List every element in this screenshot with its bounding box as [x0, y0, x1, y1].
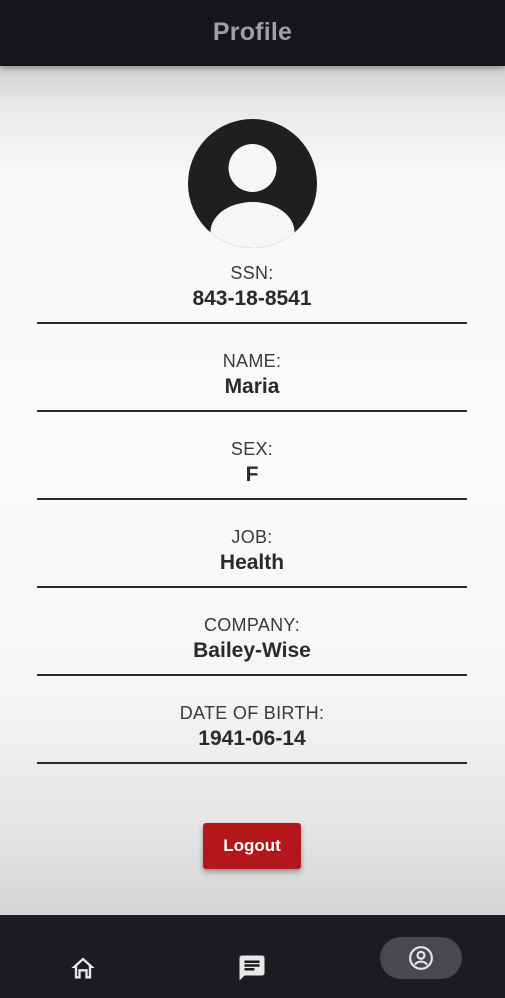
- home-icon: [71, 957, 95, 979]
- page-title: Profile: [212, 17, 293, 46]
- job-field: JOB: Health: [37, 526, 467, 576]
- name-divider: [37, 410, 467, 412]
- ssn-divider: [37, 322, 467, 324]
- company-divider: [37, 674, 467, 676]
- ssn-label: SSN:: [230, 263, 274, 283]
- profile-icon: [409, 946, 433, 970]
- date-of-birth-field: DATE OF BIRTH: 1941-06-14: [37, 702, 467, 752]
- ssn-value: 843-18-8541: [192, 287, 312, 310]
- job-value: Health: [219, 551, 285, 574]
- name-field: NAME: Maria: [37, 350, 467, 400]
- sex-label: SEX:: [230, 439, 274, 459]
- job-label: JOB:: [231, 527, 273, 547]
- nav-profile[interactable]: [380, 937, 462, 979]
- account-circle-icon: [188, 119, 317, 248]
- date-of-birth-value: 1941-06-14: [198, 727, 306, 750]
- sex-field: SEX: F: [37, 438, 467, 488]
- ssn-field: SSN: 843-18-8541: [37, 262, 467, 312]
- date-of-birth-label: DATE OF BIRTH:: [179, 703, 325, 723]
- job-divider: [37, 586, 467, 588]
- nav-chat[interactable]: [230, 949, 274, 987]
- company-field: COMPANY: Bailey-Wise: [37, 614, 467, 664]
- date-of-birth-divider: [37, 762, 467, 764]
- app-bar: Profile: [0, 0, 505, 66]
- company-value: Bailey-Wise: [193, 639, 311, 662]
- chat-icon: [239, 955, 265, 981]
- sex-value: F: [245, 463, 259, 486]
- sex-divider: [37, 498, 467, 500]
- bottom-navigation: [0, 915, 505, 998]
- nav-home[interactable]: [62, 951, 104, 985]
- logout-button[interactable]: Logout: [203, 823, 301, 869]
- name-label: NAME:: [222, 351, 282, 371]
- company-label: COMPANY:: [203, 615, 301, 635]
- name-value: Maria: [224, 375, 280, 398]
